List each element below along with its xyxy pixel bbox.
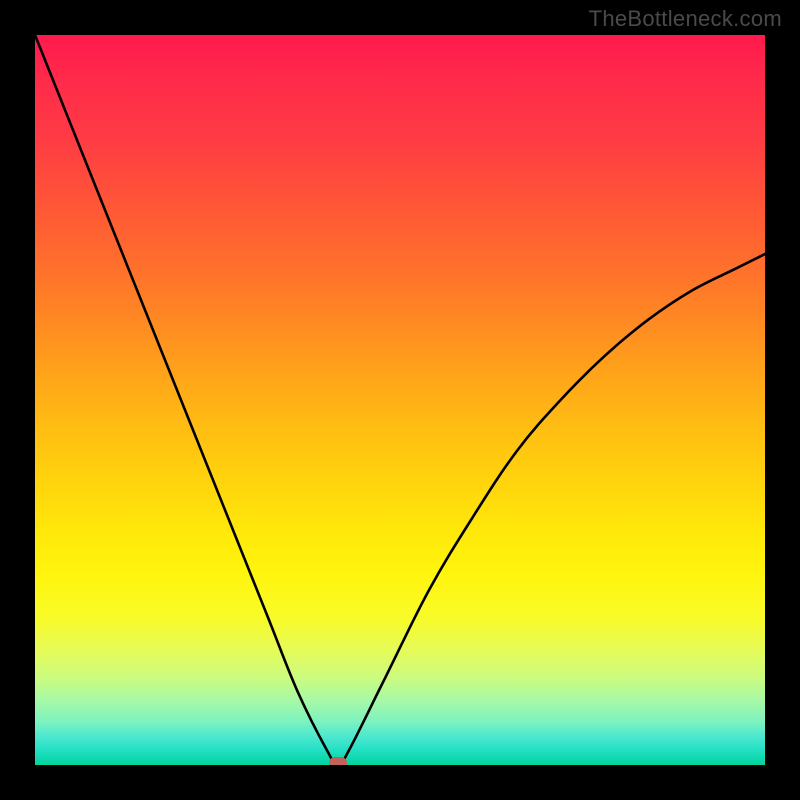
plot-area xyxy=(35,35,765,765)
watermark-text: TheBottleneck.com xyxy=(589,6,782,32)
chart-frame: TheBottleneck.com xyxy=(0,0,800,800)
minimum-marker xyxy=(329,757,347,765)
bottleneck-curve xyxy=(35,35,765,765)
